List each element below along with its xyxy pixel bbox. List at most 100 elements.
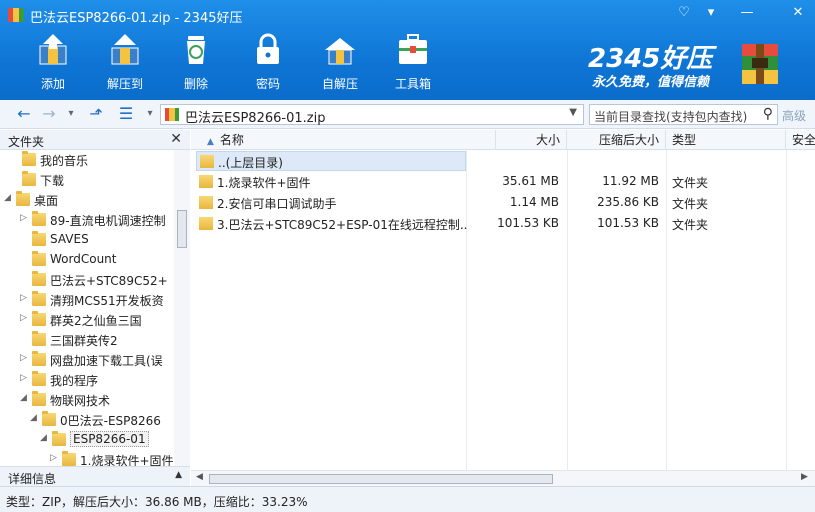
toolbox-button[interactable]: 工具箱: [383, 30, 443, 96]
password-button[interactable]: 密码: [238, 30, 298, 96]
address-text: 巴法云ESP8266-01.zip: [185, 111, 326, 126]
list-scrollbar-thumb[interactable]: [209, 474, 553, 484]
detail-info-header[interactable]: 详细信息 ▲: [0, 466, 190, 486]
tree-node-label: 我的程序: [50, 374, 99, 388]
tree-node-label: WordCount: [50, 252, 117, 266]
column-name[interactable]: ▲ 名称: [191, 130, 496, 150]
tree-expander-icon[interactable]: ▷: [20, 293, 30, 303]
file-packed-size: 235.86 KB: [597, 195, 659, 209]
tree-expander-icon[interactable]: ▷: [20, 373, 30, 383]
parent-directory-row[interactable]: ..(上层目录): [196, 151, 466, 171]
close-icon[interactable]: ✕: [787, 4, 809, 22]
tree-node-label: 桌面: [34, 194, 59, 208]
file-name: 3.巴法云+STC89C52+ESP-01在线远程控制...: [217, 218, 467, 232]
column-security[interactable]: 安全: [786, 130, 815, 150]
extract-button[interactable]: 解压到: [95, 30, 155, 96]
folder-icon: [52, 431, 66, 446]
folder-tree-title: 文件夹: [8, 135, 45, 149]
folder-icon: [32, 251, 46, 266]
column-packed-size[interactable]: 压缩后大小: [567, 130, 666, 150]
folder-icon: [199, 217, 213, 230]
file-type: 文件夹: [672, 218, 709, 232]
address-bar[interactable]: 巴法云ESP8266-01.zip ▼: [160, 104, 584, 126]
extract-icon: [111, 34, 139, 65]
file-row[interactable]: 3.巴法云+STC89C52+ESP-01在线远程控制... 101.53 KB 1…: [196, 214, 815, 234]
folder-tree-panel: 文件夹 ✕ 我的音乐 下载 ◢ 桌面 ▷ 89-直流电机调速控制 SAVES WordCoun…: [0, 130, 190, 486]
app-logo-icon: [8, 8, 24, 22]
status-text: 类型：ZIP，解压后大小：36.86 MB，压缩比：33.23%: [6, 495, 308, 509]
add-button[interactable]: 添加: [23, 30, 83, 96]
folder-icon: [199, 175, 213, 188]
advanced-search-link[interactable]: 高级: [782, 107, 806, 124]
self-extract-icon: [325, 38, 355, 65]
tree-expander-icon[interactable]: ◢: [20, 393, 30, 403]
folder-icon: [32, 391, 46, 406]
tree-expander-icon[interactable]: ◢: [4, 193, 14, 203]
archive-box-icon: [742, 44, 778, 84]
password-label: 密码: [255, 77, 280, 91]
folder-icon: [22, 171, 36, 186]
tree-node-label: 1.烧录软件+固件: [80, 454, 174, 466]
file-size: 1.14 MB: [509, 195, 559, 209]
tree-scrollbar[interactable]: [174, 150, 190, 466]
view-list-icon[interactable]: ☰: [116, 105, 136, 123]
minimize-icon[interactable]: —: [736, 4, 758, 22]
file-row[interactable]: 1.烧录软件+固件 35.61 MB 11.92 MB 文件夹: [196, 172, 815, 192]
search-icon[interactable]: ⚲: [763, 106, 773, 122]
folder-icon: [62, 451, 76, 466]
tree-expander-icon[interactable]: ▷: [20, 313, 30, 323]
tree-node-label: 清翔MCS51开发板资: [50, 294, 164, 308]
up-folder-icon[interactable]: ⬏: [86, 105, 106, 123]
tree-expander-icon[interactable]: ◢: [40, 433, 50, 443]
folder-icon: [199, 196, 213, 209]
extract-label: 解压到: [106, 77, 143, 91]
file-list-header: ▲ 名称 大小 压缩后大小 类型 安全: [191, 130, 815, 150]
tree-expander-icon[interactable]: ◢: [30, 413, 40, 423]
back-arrow-icon[interactable]: ←: [14, 105, 34, 123]
folder-icon: [32, 311, 46, 326]
file-row[interactable]: 2.安信可串口调试助手 1.14 MB 235.86 KB 文件夹: [196, 193, 815, 213]
column-size[interactable]: 大小: [496, 130, 567, 150]
scroll-left-icon[interactable]: ◀: [196, 472, 203, 482]
folder-icon: [16, 191, 30, 206]
history-dropdown-icon[interactable]: ▾: [61, 105, 81, 123]
file-packed-size: 11.92 MB: [602, 174, 659, 188]
archive-window: 巴法云ESP8266-01.zip - 2345好压 ♡ ▾ — ✕ 添加 解压…: [0, 0, 815, 512]
list-horizontal-scrollbar[interactable]: ◀ ▶: [191, 470, 815, 486]
folder-tree: 我的音乐 下载 ◢ 桌面 ▷ 89-直流电机调速控制 SAVES WordCount 巴法云+S…: [0, 150, 174, 466]
title-bar[interactable]: 巴法云ESP8266-01.zip - 2345好压 ♡ ▾ — ✕: [0, 0, 815, 30]
close-panel-icon[interactable]: ✕: [170, 131, 182, 147]
add-label: 添加: [40, 77, 65, 91]
trash-icon: [187, 36, 205, 64]
toolbox-icon: [399, 34, 427, 64]
skin-icon[interactable]: ♡: [673, 4, 695, 22]
scroll-right-icon[interactable]: ▶: [801, 472, 808, 482]
address-dropdown-icon[interactable]: ▼: [569, 107, 577, 118]
self-extract-button[interactable]: 自解压: [310, 30, 370, 96]
column-type[interactable]: 类型: [666, 130, 786, 150]
delete-button[interactable]: 删除: [166, 30, 226, 96]
tree-expander-icon[interactable]: ▷: [20, 353, 30, 363]
column-name-label: 名称: [219, 133, 244, 147]
tree-node-label: 群英2之仙鱼三国: [50, 314, 142, 328]
folder-icon: [32, 211, 46, 226]
file-size: 101.53 KB: [497, 216, 559, 230]
tree-expander-icon[interactable]: ▷: [50, 453, 60, 463]
view-dropdown-icon[interactable]: ▾: [140, 105, 160, 123]
sort-up-icon: ▲: [207, 137, 214, 147]
search-placeholder: 当前目录查找(支持包内查找): [594, 110, 748, 124]
tree-scrollbar-thumb[interactable]: [177, 210, 187, 248]
status-bar: 类型：ZIP，解压后大小：36.86 MB，压缩比：33.23%: [0, 486, 815, 512]
folder-icon: [32, 271, 46, 286]
detail-info-title: 详细信息: [8, 472, 57, 486]
search-input[interactable]: 当前目录查找(支持包内查找) ⚲: [589, 104, 778, 125]
file-type: 文件夹: [672, 197, 709, 211]
tree-expander-icon[interactable]: ▷: [20, 213, 30, 223]
toolbar-area: 巴法云ESP8266-01.zip - 2345好压 ♡ ▾ — ✕ 添加 解压…: [0, 0, 815, 100]
toolbox-label: 工具箱: [394, 77, 431, 91]
menu-icon[interactable]: ▾: [700, 4, 722, 22]
tree-node-label: SAVES: [50, 232, 89, 246]
forward-arrow-icon[interactable]: →: [39, 105, 59, 123]
expand-up-icon[interactable]: ▲: [175, 470, 182, 480]
folder-tree-header: 文件夹 ✕: [0, 130, 190, 150]
